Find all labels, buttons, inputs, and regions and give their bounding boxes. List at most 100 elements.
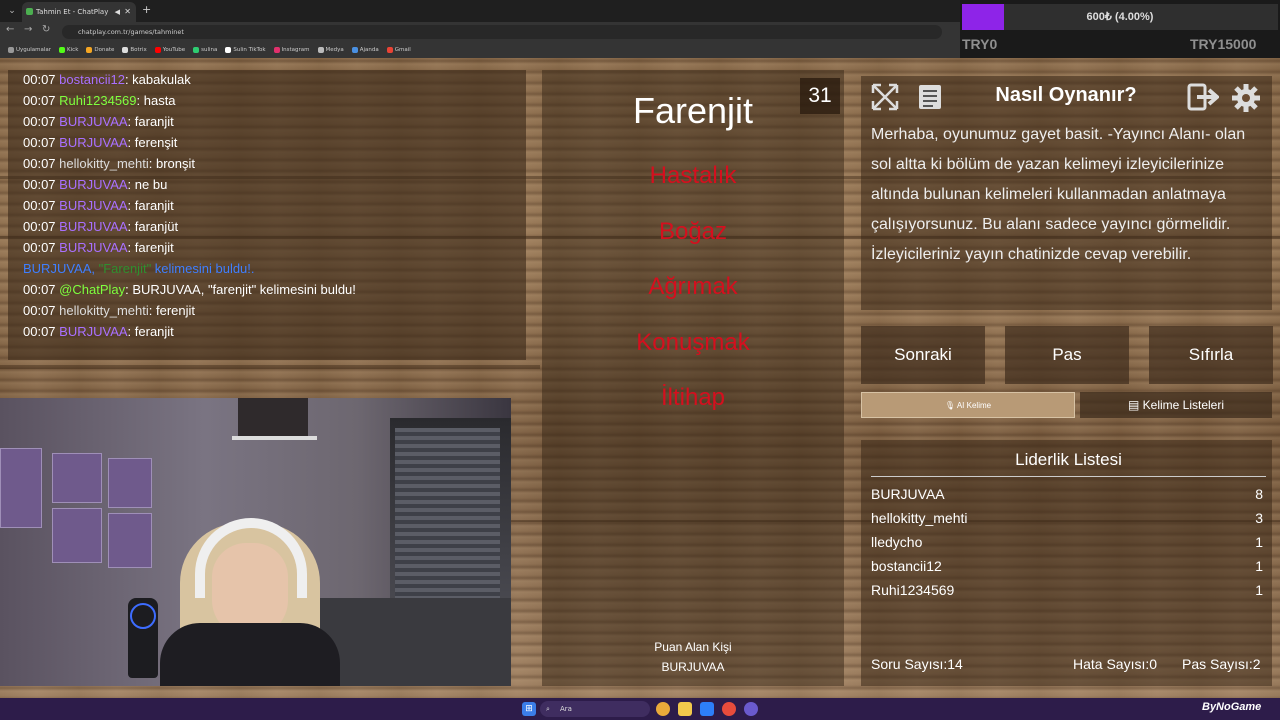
bookmark-item[interactable]: Uygulamalar — [8, 42, 51, 58]
bookmarks-bar: Uygulamalar Kick Donate Botrix YouTube sulina… — [0, 42, 960, 58]
webcam-shelf-edge — [232, 436, 317, 440]
chat-text: : ne bu — [127, 177, 168, 192]
fullscreen-icon[interactable] — [869, 82, 901, 114]
taskbar-search-label: Ara — [560, 705, 572, 713]
howto-title: Nasıl Oynanır? — [995, 84, 1137, 106]
chat-timestamp: 00:07 — [23, 156, 60, 171]
leaderboard-score: 1 — [1255, 582, 1263, 598]
chat-message: 00:07 @ChatPlay: BURJUVAA, "farenjit" ke… — [23, 282, 356, 297]
chat-timestamp: 00:07 — [23, 324, 60, 339]
bookmark-label: Uygulamalar — [16, 47, 52, 53]
chat-username[interactable]: BURJUVAA — [59, 135, 127, 150]
chat-message: 00:07 BURJUVAA: farenjit — [23, 240, 174, 255]
bookmark-item[interactable]: Instagram — [273, 42, 310, 58]
ai-icon: 🎙 — [944, 401, 957, 410]
bynogame-logo: ByNoGame — [1202, 701, 1262, 713]
donation-max-label: TRY15000 — [1190, 36, 1257, 52]
next-button[interactable]: Sonraki — [861, 326, 985, 384]
tab-close-icon[interactable]: ✕ — [124, 2, 131, 22]
chat-username[interactable]: @ChatPlay — [59, 282, 125, 297]
chat-username[interactable]: Ruhi1234569 — [59, 93, 136, 108]
leaderboard-score: 1 — [1255, 558, 1263, 574]
bookmark-icon — [86, 46, 93, 53]
app-icon[interactable] — [700, 702, 714, 716]
ai-words-button[interactable]: 🎙 AI Kelime — [861, 392, 1075, 418]
chat-message: 00:07 hellokitty_mehti: bronşit — [23, 156, 195, 171]
app-icon[interactable] — [744, 702, 758, 716]
search-icon: ⌕ — [546, 705, 550, 713]
word-lists-label: Kelime Listeleri — [1142, 398, 1225, 412]
word-lists-button[interactable]: ▤ Kelime Listeleri — [1080, 392, 1272, 418]
chat-username[interactable]: BURJUVAA — [59, 240, 127, 255]
taskbar-search[interactable]: ⌕ Ara — [540, 701, 650, 717]
bookmark-item[interactable]: Sulin TikTok — [225, 42, 266, 58]
bookmark-label: Botrix — [130, 47, 147, 53]
question-count: Soru Sayısı:14 — [871, 656, 963, 672]
chat-username[interactable]: hellokitty_mehti — [59, 303, 149, 318]
chat-username[interactable]: bostancii12 — [59, 72, 125, 87]
bookmark-label: sulina — [201, 47, 218, 53]
chat-text: : BURJUVAA, "farenjit" kelimesini buldu! — [125, 282, 356, 297]
browser-tab[interactable]: Tahmin Et - ChatPlay ◀ ✕ — [22, 2, 136, 22]
bookmark-label: Gmail — [394, 47, 411, 53]
reset-button[interactable]: Sıfırla — [1149, 326, 1273, 384]
bookmark-item[interactable]: Ajanda — [351, 42, 379, 58]
start-icon[interactable]: ⊞ — [522, 702, 536, 716]
chat-text: : bronşit — [148, 156, 196, 171]
pass-count: Pas Sayısı:2 — [1182, 656, 1261, 672]
settings-gear-icon[interactable] — [1230, 82, 1262, 114]
tab-list-dropdown-icon[interactable]: ⌄ — [4, 3, 20, 19]
leaderboard-row: lledycho 1 — [871, 534, 1266, 550]
forward-icon[interactable]: → — [24, 24, 32, 35]
system-message-prefix: BURJUVAA, — [23, 261, 99, 276]
back-icon[interactable]: ← — [6, 24, 14, 35]
chat-message: 00:07 BURJUVAA: faranjit — [23, 198, 174, 213]
chat-timestamp: 00:07 — [23, 93, 60, 108]
chat-timestamp: 00:07 — [23, 219, 60, 234]
chat-timestamp: 00:07 — [23, 303, 60, 318]
target-word: Farenjit — [632, 90, 754, 131]
bookmark-item[interactable]: Kick — [59, 42, 78, 58]
chrome-icon[interactable] — [656, 702, 670, 716]
bookmark-item[interactable]: Gmail — [386, 42, 411, 58]
webcam-shelf — [238, 398, 308, 438]
logout-icon[interactable] — [1187, 82, 1221, 114]
chat-text: : faranjit — [127, 198, 174, 213]
chat-message: 00:07 bostancii12: kabakulak — [23, 72, 191, 87]
chat-username[interactable]: BURJUVAA — [59, 114, 127, 129]
tab-sound-icon[interactable]: ◀ — [115, 2, 120, 22]
chat-message: 00:07 BURJUVAA: ferenşit — [23, 135, 177, 150]
pass-button[interactable]: Pas — [1005, 326, 1129, 384]
system-message-suffix: kelimesini buldu!. — [151, 261, 255, 276]
bookmark-item[interactable]: Donate — [86, 42, 114, 58]
windows-taskbar: ⊞ ⌕ Ara ByNoGame — [0, 698, 1280, 720]
new-tab-button[interactable]: + — [142, 3, 151, 16]
chat-username[interactable]: BURJUVAA — [59, 198, 127, 213]
bookmark-label: Medya — [325, 47, 344, 53]
webcam-poster — [52, 508, 102, 563]
bookmark-icon — [154, 46, 161, 53]
reload-icon[interactable]: ↻ — [42, 24, 50, 35]
chat-message: 00:07 hellokitty_mehti: ferenjit — [23, 303, 195, 318]
bookmark-item[interactable]: Medya — [317, 42, 344, 58]
bookmark-icon — [317, 46, 324, 53]
tab-favicon-icon — [26, 8, 33, 15]
chat-username[interactable]: BURJUVAA — [59, 219, 127, 234]
file-explorer-icon[interactable] — [678, 702, 692, 716]
bookmark-item[interactable]: sulina — [193, 42, 217, 58]
chat-username[interactable]: BURJUVAA — [59, 177, 127, 192]
leaderboard-divider — [871, 476, 1266, 477]
url-field[interactable]: chatplay.com.tr/games/tahminet — [62, 25, 942, 39]
bookmark-label: Ajanda — [359, 47, 379, 53]
app-icon[interactable] — [722, 702, 736, 716]
chat-username[interactable]: BURJUVAA — [59, 324, 127, 339]
chat-username[interactable]: hellokitty_mehti — [59, 156, 149, 171]
notes-icon[interactable] — [914, 82, 946, 114]
bookmark-item[interactable]: YouTube — [154, 42, 185, 58]
webcam-poster — [0, 448, 42, 528]
bookmark-item[interactable]: Botrix — [122, 42, 147, 58]
leaderboard-name: Ruhi1234569 — [871, 582, 955, 598]
chat-log[interactable]: 00:07 bostancii12: kabakulak 00:07 Ruhi12… — [8, 70, 526, 360]
ai-words-label: AI Kelime — [956, 401, 992, 410]
scorer-label: Puan Alan Kişi — [654, 640, 732, 654]
